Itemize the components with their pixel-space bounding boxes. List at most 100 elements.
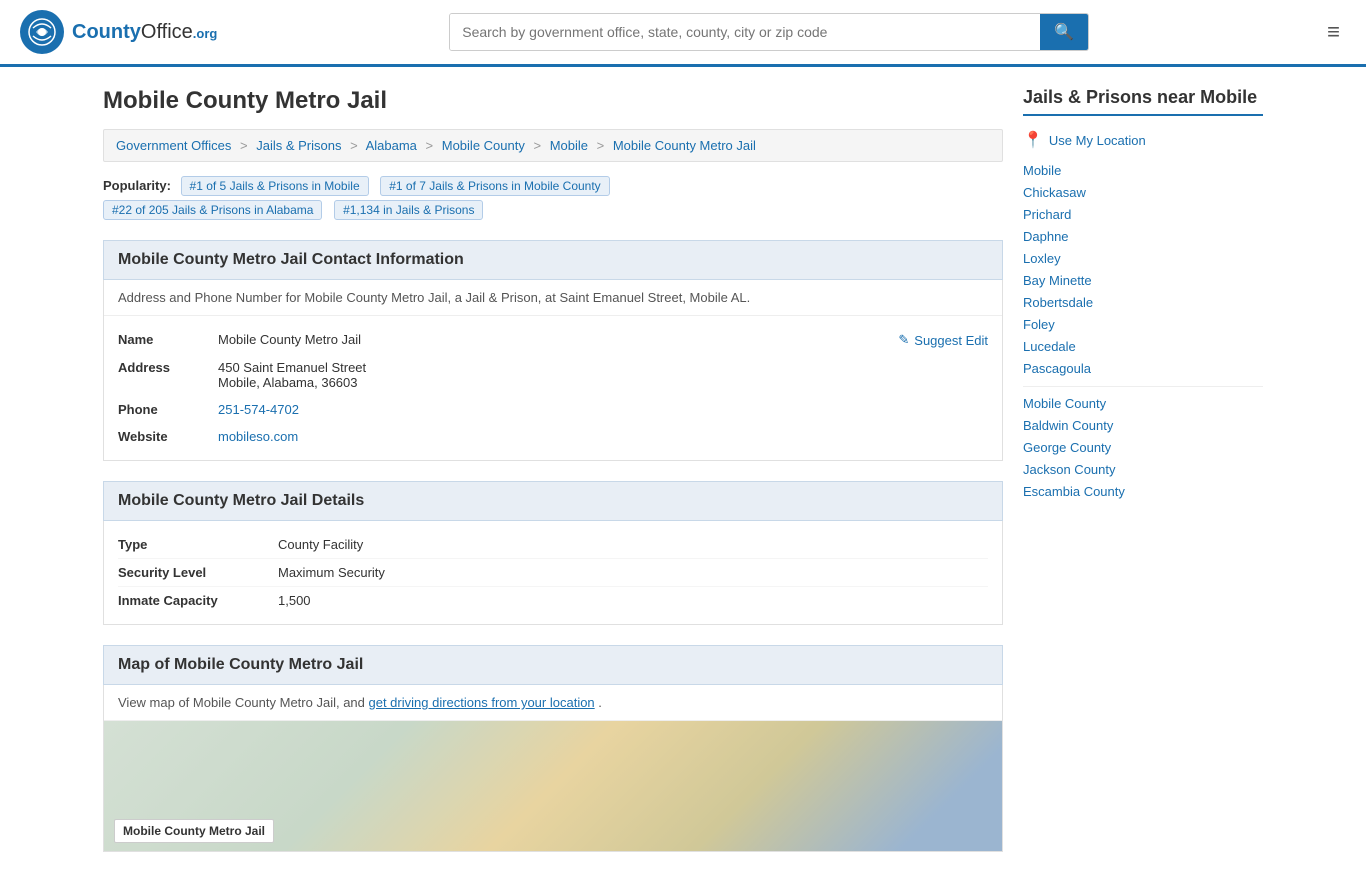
popularity-line2: #22 of 205 Jails & Prisons in Alabama #1…	[103, 200, 1003, 220]
list-item: Prichard	[1023, 206, 1263, 222]
name-label: Name	[118, 332, 218, 347]
details-section: Type County Facility Security Level Maxi…	[103, 521, 1003, 625]
logo[interactable]: CountyOffice.org	[20, 10, 217, 54]
sidebar-link-daphne[interactable]: Daphne	[1023, 229, 1069, 244]
details-section-header: Mobile County Metro Jail Details	[103, 481, 1003, 521]
suggest-edit-label: Suggest Edit	[914, 333, 988, 348]
contact-section: Address and Phone Number for Mobile Coun…	[103, 280, 1003, 461]
breadcrumb-sep-2: >	[350, 138, 358, 153]
contact-row-name: Name Mobile County Metro Jail ✎ Suggest …	[118, 326, 988, 354]
site-header: CountyOffice.org 🔍 ≡	[0, 0, 1366, 67]
use-my-location-label: Use My Location	[1049, 133, 1146, 148]
list-item: Lucedale	[1023, 338, 1263, 354]
map-marker-label: Mobile County Metro Jail	[114, 819, 274, 843]
map-description: View map of Mobile County Metro Jail, an…	[104, 685, 1002, 721]
sidebar-link-mobile-county[interactable]: Mobile County	[1023, 396, 1106, 411]
breadcrumb-link-jails[interactable]: Jails & Prisons	[256, 138, 341, 153]
website-label: Website	[118, 429, 218, 444]
name-value: Mobile County Metro Jail	[218, 332, 898, 347]
breadcrumb: Government Offices > Jails & Prisons > A…	[103, 129, 1003, 162]
type-value: County Facility	[278, 537, 363, 552]
driving-directions-link[interactable]: get driving directions from your locatio…	[369, 695, 595, 710]
popularity-badge-3: #22 of 205 Jails & Prisons in Alabama	[103, 200, 322, 220]
list-item: Loxley	[1023, 250, 1263, 266]
breadcrumb-sep-3: >	[426, 138, 434, 153]
map-desc-text: View map of Mobile County Metro Jail, an…	[118, 695, 369, 710]
website-link[interactable]: mobileso.com	[218, 429, 298, 444]
breadcrumb-sep-5: >	[597, 138, 605, 153]
list-item: Foley	[1023, 316, 1263, 332]
sidebar-link-loxley[interactable]: Loxley	[1023, 251, 1061, 266]
list-item: Escambia County	[1023, 483, 1263, 499]
breadcrumb-link-mobile-county[interactable]: Mobile County	[442, 138, 525, 153]
search-input[interactable]	[450, 14, 1040, 50]
address-value: 450 Saint Emanuel Street Mobile, Alabama…	[218, 360, 988, 390]
map-section: View map of Mobile County Metro Jail, an…	[103, 685, 1003, 852]
security-value: Maximum Security	[278, 565, 385, 580]
sidebar-link-robertsdale[interactable]: Robertsdale	[1023, 295, 1093, 310]
breadcrumb-link-gov[interactable]: Government Offices	[116, 138, 231, 153]
use-my-location-link[interactable]: 📍 Use My Location	[1023, 130, 1263, 150]
logo-icon	[20, 10, 64, 54]
suggest-edit-link[interactable]: ✎ Suggest Edit	[898, 332, 988, 348]
popularity-area: Popularity: #1 of 5 Jails & Prisons in M…	[103, 176, 1003, 220]
phone-link[interactable]: 251-574-4702	[218, 402, 299, 417]
phone-value: 251-574-4702	[218, 402, 988, 417]
page-title: Mobile County Metro Jail	[103, 87, 1003, 115]
sidebar-link-lucedale[interactable]: Lucedale	[1023, 339, 1076, 354]
sidebar-link-chickasaw[interactable]: Chickasaw	[1023, 185, 1086, 200]
popularity-badge-2: #1 of 7 Jails & Prisons in Mobile County	[380, 176, 609, 196]
popularity-badge-4: #1,134 in Jails & Prisons	[334, 200, 483, 220]
contact-section-header: Mobile County Metro Jail Contact Informa…	[103, 240, 1003, 280]
location-pin-icon: 📍	[1023, 130, 1043, 150]
sidebar-counties-list: Mobile County Baldwin County George Coun…	[1023, 386, 1263, 499]
list-item: Daphne	[1023, 228, 1263, 244]
popularity-badge-1: #1 of 5 Jails & Prisons in Mobile	[181, 176, 369, 196]
detail-row-security: Security Level Maximum Security	[118, 559, 988, 587]
security-label: Security Level	[118, 565, 278, 580]
list-item: Mobile	[1023, 162, 1263, 178]
contact-description: Address and Phone Number for Mobile Coun…	[104, 280, 1002, 316]
website-value: mobileso.com	[218, 429, 988, 444]
list-item: Pascagoula	[1023, 360, 1263, 376]
list-item: Mobile County	[1023, 395, 1263, 411]
search-button[interactable]: 🔍	[1040, 14, 1088, 50]
contact-row-website: Website mobileso.com	[118, 423, 988, 450]
breadcrumb-link-jail[interactable]: Mobile County Metro Jail	[613, 138, 756, 153]
list-item: Chickasaw	[1023, 184, 1263, 200]
address-line1: 450 Saint Emanuel Street	[218, 360, 366, 375]
details-table: Type County Facility Security Level Maxi…	[104, 521, 1002, 624]
contact-row-phone: Phone 251-574-4702	[118, 396, 988, 423]
sidebar-link-bay-minette[interactable]: Bay Minette	[1023, 273, 1092, 288]
popularity-label: Popularity:	[103, 178, 171, 193]
sidebar-link-jackson-county[interactable]: Jackson County	[1023, 462, 1116, 477]
contact-table: Name Mobile County Metro Jail ✎ Suggest …	[104, 316, 1002, 460]
breadcrumb-sep-1: >	[240, 138, 248, 153]
sidebar-link-prichard[interactable]: Prichard	[1023, 207, 1071, 222]
sidebar-link-baldwin-county[interactable]: Baldwin County	[1023, 418, 1113, 433]
main-content: Mobile County Metro Jail Government Offi…	[103, 87, 1003, 852]
sidebar-link-escambia-county[interactable]: Escambia County	[1023, 484, 1125, 499]
breadcrumb-link-mobile[interactable]: Mobile	[550, 138, 588, 153]
list-item: Robertsdale	[1023, 294, 1263, 310]
sidebar-link-foley[interactable]: Foley	[1023, 317, 1055, 332]
breadcrumb-link-alabama[interactable]: Alabama	[366, 138, 417, 153]
main-container: Mobile County Metro Jail Government Offi…	[83, 67, 1283, 872]
menu-icon[interactable]: ≡	[1321, 13, 1346, 51]
sidebar: Jails & Prisons near Mobile 📍 Use My Loc…	[1023, 87, 1263, 852]
list-item: Bay Minette	[1023, 272, 1263, 288]
sidebar-link-mobile[interactable]: Mobile	[1023, 163, 1061, 178]
sidebar-link-george-county[interactable]: George County	[1023, 440, 1111, 455]
capacity-label: Inmate Capacity	[118, 593, 278, 608]
search-box: 🔍	[449, 13, 1089, 51]
logo-text: CountyOffice.org	[72, 21, 217, 44]
phone-label: Phone	[118, 402, 218, 417]
sidebar-title: Jails & Prisons near Mobile	[1023, 87, 1263, 116]
search-area: 🔍	[449, 13, 1089, 51]
sidebar-link-pascagoula[interactable]: Pascagoula	[1023, 361, 1091, 376]
edit-icon: ✎	[898, 332, 909, 348]
address-line2: Mobile, Alabama, 36603	[218, 375, 357, 390]
list-item: George County	[1023, 439, 1263, 455]
map-placeholder[interactable]: Mobile County Metro Jail	[104, 721, 1002, 851]
type-label: Type	[118, 537, 278, 552]
